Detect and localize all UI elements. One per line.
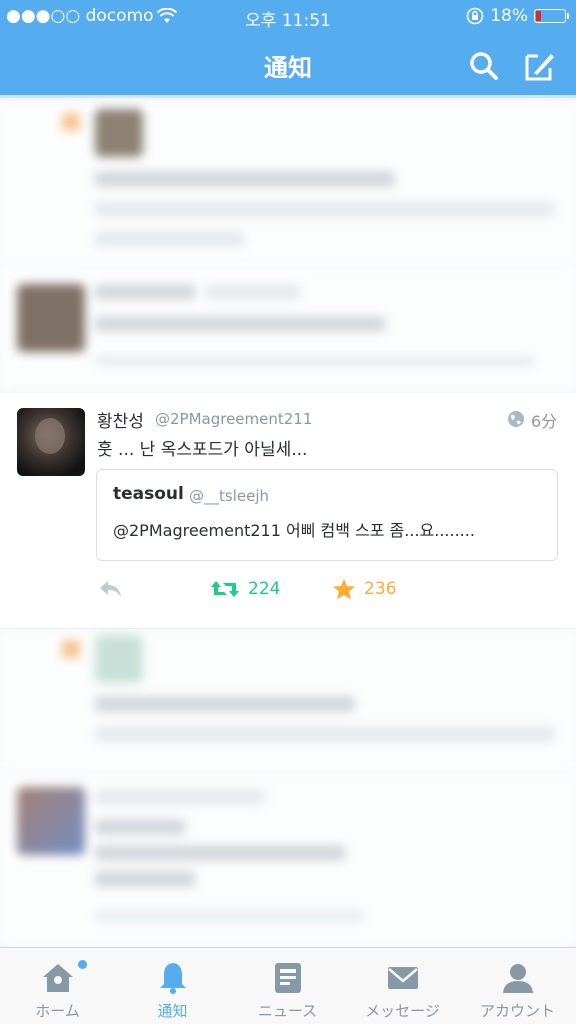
reply-icon	[100, 581, 121, 597]
avatar	[95, 635, 143, 683]
globe-icon	[508, 411, 524, 427]
battery-percent: 18%	[490, 6, 528, 26]
blurred-text	[95, 231, 245, 247]
notification-feed[interactable]: 황찬성 @2PMagreement211 6分 훗 ... 난 옥스포드가 아닐…	[0, 101, 576, 947]
user-name[interactable]: 황찬성	[97, 407, 144, 432]
tweet-text: 훗 ... 난 옥스포드가 아닐세...	[97, 440, 308, 460]
retweet-icon	[211, 581, 239, 597]
blurred-text	[95, 911, 365, 921]
tab-account[interactable]: アカウント	[460, 948, 575, 1024]
tab-label: ニュース	[257, 1002, 318, 1020]
avatar	[95, 109, 143, 157]
notification-item[interactable]	[0, 630, 576, 774]
blurred-text	[95, 356, 535, 366]
blurred-text	[95, 201, 555, 217]
reply-button[interactable]	[98, 575, 124, 603]
battery-level	[536, 11, 541, 21]
retweet-count: 224	[248, 579, 281, 599]
envelope-icon	[387, 967, 418, 989]
blurred-text	[95, 845, 345, 861]
tab-bar: ホーム 通知 ニュース メッセージ アカウント	[0, 947, 576, 1024]
favorite-count: 236	[364, 579, 397, 599]
tweet-item[interactable]	[0, 266, 576, 392]
tweet-time: 6分	[531, 412, 558, 431]
quoted-user-name: teasoul	[113, 484, 184, 504]
tab-news[interactable]: ニュース	[230, 948, 345, 1024]
avatar	[17, 787, 85, 855]
search-icon[interactable]	[466, 48, 502, 84]
tab-label: ホーム	[35, 1002, 80, 1020]
tab-label: アカウント	[479, 1002, 555, 1020]
bell-icon	[159, 963, 186, 994]
blurred-text	[95, 819, 185, 835]
retweet-button[interactable]: 224	[210, 575, 280, 603]
battery-info: 18%	[466, 6, 569, 26]
blurred-text	[95, 696, 355, 712]
notification-item[interactable]	[0, 101, 576, 265]
tab-label: メッセージ	[365, 1002, 440, 1020]
blurred-text	[95, 171, 395, 187]
blurred-text	[95, 789, 265, 805]
blurred-text	[95, 726, 555, 742]
favorite-button[interactable]: 236	[332, 575, 396, 603]
avatar[interactable]	[17, 408, 85, 476]
compose-icon[interactable]	[522, 48, 558, 84]
quoted-tweet[interactable]: teasoul @__tsleejh @2PMagreement211 어삐 컴…	[96, 469, 558, 561]
status-bar: ●●●○○ docomo 오후 11:51 18%	[0, 0, 576, 34]
blurred-text	[205, 284, 300, 300]
blurred-text	[95, 316, 385, 332]
tab-home[interactable]: ホーム	[0, 948, 115, 1024]
person-icon	[502, 964, 533, 993]
unread-dot	[78, 960, 87, 969]
quoted-user-handle: @__tsleejh	[189, 487, 269, 505]
tab-notifications[interactable]: 通知	[115, 948, 230, 1024]
nav-bar: 通知	[0, 34, 576, 98]
tab-messages[interactable]: メッセージ	[345, 948, 460, 1024]
tweet-item[interactable]	[0, 775, 576, 947]
tweet-item[interactable]: 황찬성 @2PMagreement211 6分 훗 ... 난 옥스포드가 아닐…	[0, 393, 576, 629]
star-icon	[333, 579, 355, 599]
battery-icon	[534, 9, 569, 23]
tab-label: 通知	[157, 1002, 188, 1020]
quoted-tweet-text: @2PMagreement211 어삐 컴백 스포 좀...요........	[113, 521, 475, 540]
orientation-lock-icon	[466, 7, 484, 25]
blurred-text	[95, 871, 195, 887]
star-icon	[62, 640, 80, 658]
home-icon	[42, 964, 73, 992]
avatar	[17, 284, 85, 352]
star-icon	[62, 113, 80, 131]
news-icon	[274, 963, 301, 993]
user-handle: @2PMagreement211	[155, 410, 313, 428]
blurred-text	[95, 284, 195, 300]
